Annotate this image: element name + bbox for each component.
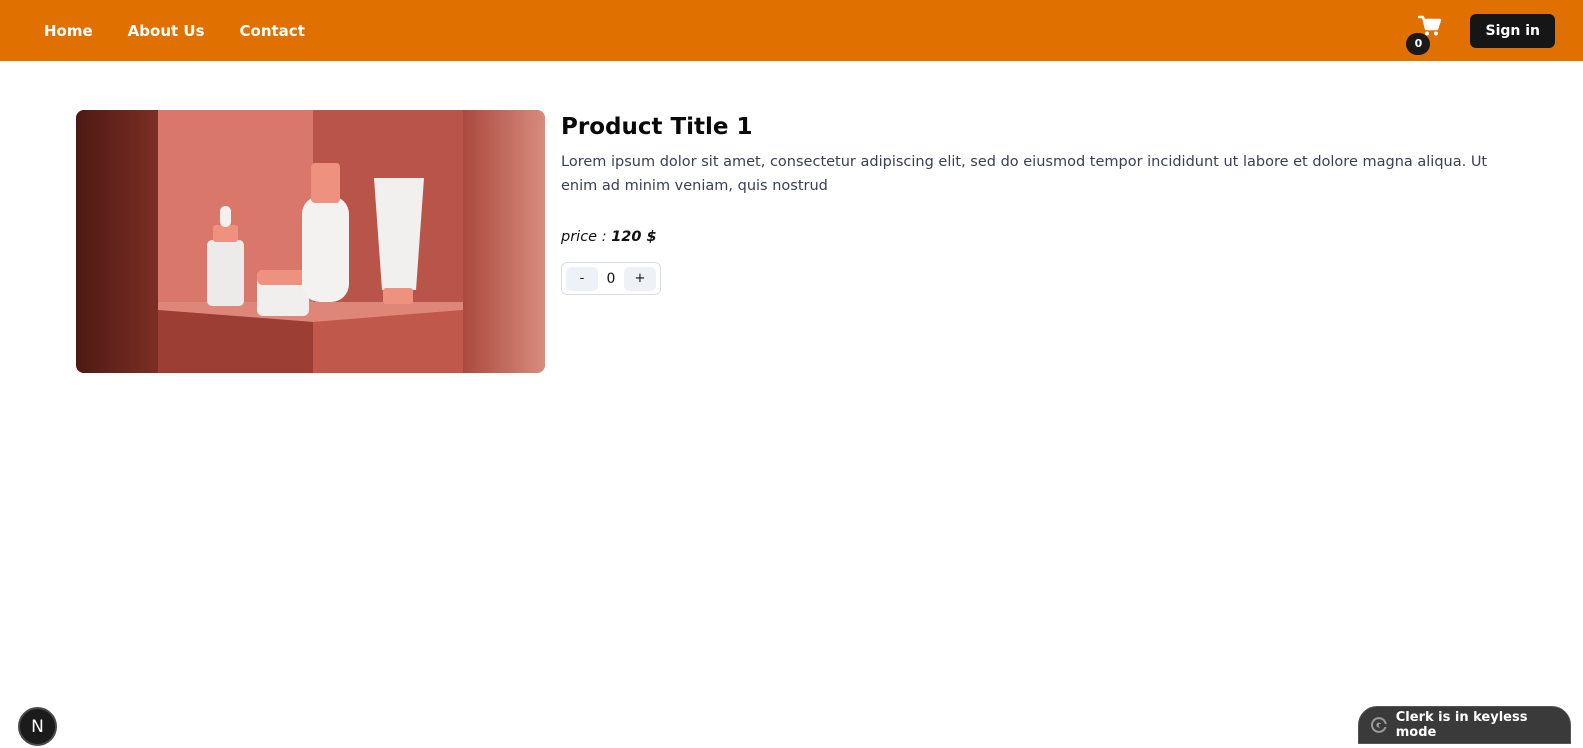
sign-in-button[interactable]: Sign in bbox=[1470, 13, 1555, 48]
clerk-keyless-banner[interactable]: Clerk is in keyless mode bbox=[1358, 706, 1571, 744]
product-info: Product Title 1 Lorem ipsum dolor sit am… bbox=[561, 110, 1501, 373]
decrement-button[interactable]: - bbox=[566, 266, 598, 291]
increment-button[interactable]: + bbox=[624, 266, 656, 291]
product-detail: Product Title 1 Lorem ipsum dolor sit am… bbox=[76, 110, 1501, 373]
cart-button[interactable]: 0 bbox=[1406, 9, 1450, 55]
nav-links: Home About Us Contact bbox=[44, 22, 305, 40]
cart-count-badge: 0 bbox=[1406, 32, 1431, 55]
cosmetics-product-photo bbox=[76, 110, 545, 373]
product-description: Lorem ipsum dolor sit amet, consectetur … bbox=[561, 154, 1488, 194]
nav-actions: 0 Sign in bbox=[1406, 9, 1555, 55]
nav-link-contact[interactable]: Contact bbox=[240, 22, 305, 40]
product-title: Product Title 1 bbox=[561, 114, 753, 140]
price-value: 120 $ bbox=[611, 229, 657, 245]
clerk-keyless-text: Clerk is in keyless mode bbox=[1395, 710, 1528, 740]
nav-link-about-us[interactable]: About Us bbox=[128, 22, 205, 40]
quantity-stepper: - 0 + bbox=[561, 262, 661, 295]
clerk-logo-icon bbox=[1371, 717, 1387, 733]
top-navbar: Home About Us Contact 0 Sign in bbox=[0, 0, 1583, 61]
nextjs-logo-letter: N bbox=[31, 716, 44, 737]
price-label: price : bbox=[561, 229, 607, 245]
nav-link-home[interactable]: Home bbox=[44, 22, 93, 40]
product-price: price : 120 $ bbox=[561, 229, 1501, 245]
product-image bbox=[76, 110, 545, 373]
quantity-value: 0 bbox=[606, 270, 616, 287]
nextjs-dev-badge[interactable]: N bbox=[18, 707, 57, 746]
